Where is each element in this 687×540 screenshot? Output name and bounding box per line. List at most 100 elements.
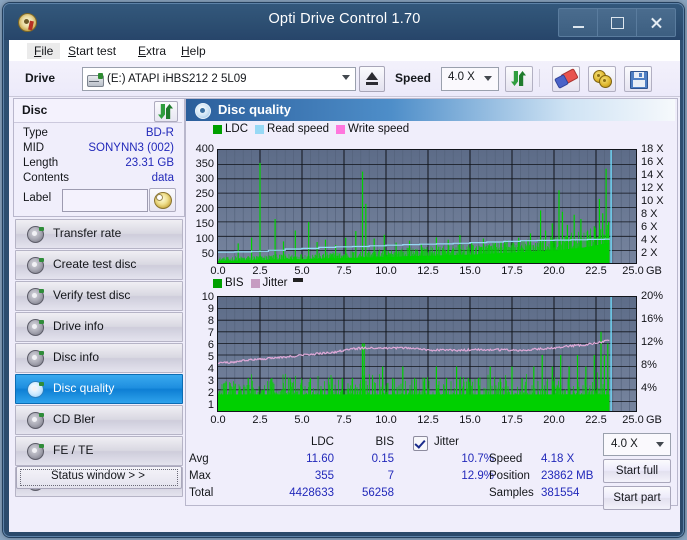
jitter-label: Jitter [434,436,459,448]
bis-ytick: 1 [186,399,214,411]
refresh-button[interactable] [505,66,533,92]
disc-row-value: BD-R [146,127,174,139]
bis-ytick: 4 [186,363,214,375]
disc-row-key: MID [23,142,44,154]
bis-ytick: 10 [186,291,214,303]
start-full-button[interactable]: Start full [603,459,671,483]
sidebar-item-cd-bler[interactable]: CD Bler [15,405,183,435]
disc-row-value: 23.31 GB [125,157,174,169]
legend-write-speed: Write speed [348,123,409,135]
bis-chart-legend: BIS Jitter [213,277,303,289]
disc-row-length: Length 23.31 GB [14,157,182,172]
refresh-icon [157,103,173,119]
stats-avg-bis: 0.15 [334,453,394,465]
legend-bis: BIS [225,277,244,289]
sidebar-item-label: Create test disc [53,257,136,271]
panel-header: Disc quality [186,99,675,121]
minimize-button[interactable] [558,8,597,37]
bis-xtick: 5.0 [284,414,320,426]
ldc-ytick: 300 [186,173,214,185]
window-controls [558,8,676,35]
sidebar-item-label: Disc info [53,350,99,364]
status-window-button[interactable]: Status window > > [16,466,182,489]
stats-max-bis: 7 [334,470,394,482]
ldc-ytick: 250 [186,188,214,200]
nav-list: Transfer rate Create test disc Verify te… [13,219,183,498]
ldc-ytick: 150 [186,218,214,230]
bis-y2tick: 4% [641,382,677,394]
legend-read-speed: Read speed [267,123,329,135]
write-speed-swatch [336,125,345,134]
disc-icon [27,381,44,397]
disc-icon [27,226,44,242]
settings-button[interactable] [588,66,616,92]
disc-icon [27,257,44,273]
menu-file[interactable]: FFileile [27,43,60,59]
gears-icon [593,70,611,87]
test-speed-select[interactable]: 4.0 X [603,433,671,456]
speed-select[interactable]: 4.0 X [441,67,499,91]
bis-plot-area [217,296,637,412]
maximize-button[interactable] [597,8,636,37]
disc-label-input[interactable] [62,189,148,212]
legend-jitter: Jitter [263,277,288,289]
disc-row-type: Type BD-R [14,127,182,142]
bis-chart: BIS Jitter 10 9 8 7 6 5 4 3 2 1 [186,276,675,431]
stats-total-bis: 56258 [334,487,394,499]
bis-ytick: 7 [186,327,214,339]
bis-xtick: 10.0 [368,414,404,426]
disc-row-value: data [152,172,174,184]
drive-select[interactable]: (E:) ATAPI iHBS212 2 5L09 [82,67,356,91]
ldc-y2tick: 8 X [641,208,677,220]
drive-label: Drive [25,71,55,85]
menu-bar: FFileile Start test Extra Help [9,40,680,62]
start-full-label: Start full [616,465,658,477]
bis-xtick: 7.5 [326,414,362,426]
menu-start-test[interactable]: Start test [61,43,123,59]
ldc-ytick: 100 [186,233,214,245]
sidebar-item-transfer-rate[interactable]: Transfer rate [15,219,183,249]
save-button[interactable] [624,66,652,92]
sidebar-item-drive-info[interactable]: Drive info [15,312,183,342]
disc-label-button[interactable] [149,188,176,212]
sidebar-item-create-test-disc[interactable]: Create test disc [15,250,183,280]
disc-refresh-button[interactable] [154,101,178,122]
close-button[interactable] [636,8,676,37]
sidebar-item-verify-test-disc[interactable]: Verify test disc [15,281,183,311]
speed-label: Speed [395,71,431,85]
sidebar-item-disc-info[interactable]: Disc info [15,343,183,373]
ldc-plot-area [217,149,637,264]
menu-help[interactable]: Help [174,43,213,59]
jitter-checkbox[interactable] [413,436,428,451]
start-part-label: Start part [613,492,660,504]
ldc-ytick: 50 [186,248,214,260]
bis-xtick: 17.5 [494,414,530,426]
marker-dot [293,278,303,282]
bis-y2tick: 20% [641,290,677,302]
disc-panel-title: Disc [22,103,47,117]
bis-y2tick: 16% [641,313,677,325]
bis-ytick: 3 [186,375,214,387]
bis-ytick: 5 [186,351,214,363]
disc-row-key: Length [23,157,58,169]
disc-panel-header: Disc [14,99,182,123]
stats-col-bis: BIS [334,436,394,448]
eject-button[interactable] [359,66,385,92]
erase-button[interactable] [552,66,580,92]
save-icon [630,71,648,89]
minimize-icon [573,26,584,28]
menu-extra[interactable]: Extra [131,43,173,59]
disc-icon [27,288,44,304]
test-speed-value: 4.0 X [611,438,638,450]
bis-xtick: 0.0 [200,414,236,426]
title-bar: Opti Drive Control 1.70 [4,4,683,40]
ldc-y2tick: 10 X [641,195,677,207]
sidebar-item-disc-quality[interactable]: Disc quality [15,374,183,404]
disc-label-key: Label [23,192,51,204]
disc-label-row: Label [14,188,182,212]
stats-row-total: Total [189,487,213,499]
start-part-button[interactable]: Start part [603,486,671,510]
chevron-down-icon [342,75,350,80]
stats-avg-ldc: 11.60 [274,453,334,465]
sidebar-item-fe-te[interactable]: FE / TE [15,436,183,466]
